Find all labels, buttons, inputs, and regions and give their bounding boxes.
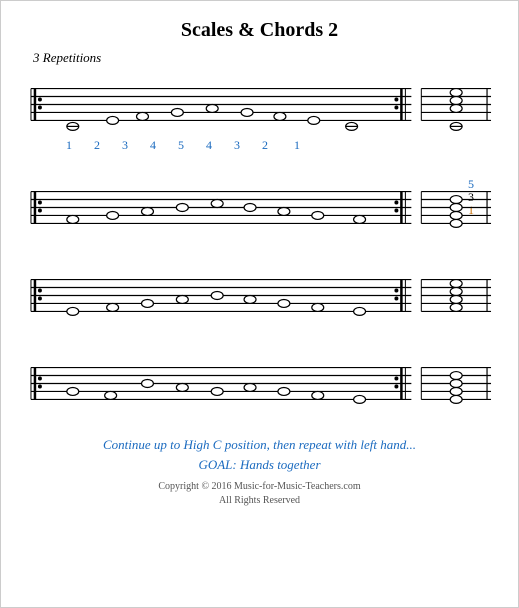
staff-2 — [23, 171, 496, 241]
finger-1b: 1 — [283, 138, 311, 153]
staff-section-2 — [23, 171, 496, 241]
sheet-music-page: Scales & Chords 2 3 Repetitions — [0, 0, 519, 608]
repetitions-label: 3 Repetitions — [33, 50, 496, 66]
finger-1: 1 — [55, 138, 83, 153]
staff-section-3 — [23, 259, 496, 329]
finger-2: 2 — [83, 138, 111, 153]
copyright-line1: Copyright © 2016 Music-for-Music-Teacher… — [23, 480, 496, 494]
finger-3b: 3 — [223, 138, 251, 153]
staff-3 — [23, 259, 496, 329]
goal-text: Continue up to High C position, then rep… — [23, 435, 496, 474]
page-title: Scales & Chords 2 — [23, 19, 496, 42]
copyright: Copyright © 2016 Music-for-Music-Teacher… — [23, 480, 496, 508]
staff-section-1: 1 2 3 4 5 4 3 2 1 5 3 1 — [23, 68, 496, 153]
finger-4: 4 — [139, 138, 167, 153]
goal-line1: Continue up to High C position, then rep… — [23, 435, 496, 455]
finger-5: 5 — [167, 138, 195, 153]
staff-1 — [23, 68, 496, 138]
finger-2b: 2 — [251, 138, 279, 153]
finger-4b: 4 — [195, 138, 223, 153]
finger-3: 3 — [111, 138, 139, 153]
staff-4 — [23, 347, 496, 417]
staff-section-4 — [23, 347, 496, 417]
goal-line2: GOAL: Hands together — [23, 455, 496, 475]
copyright-line2: All Rights Reserved — [23, 494, 496, 508]
